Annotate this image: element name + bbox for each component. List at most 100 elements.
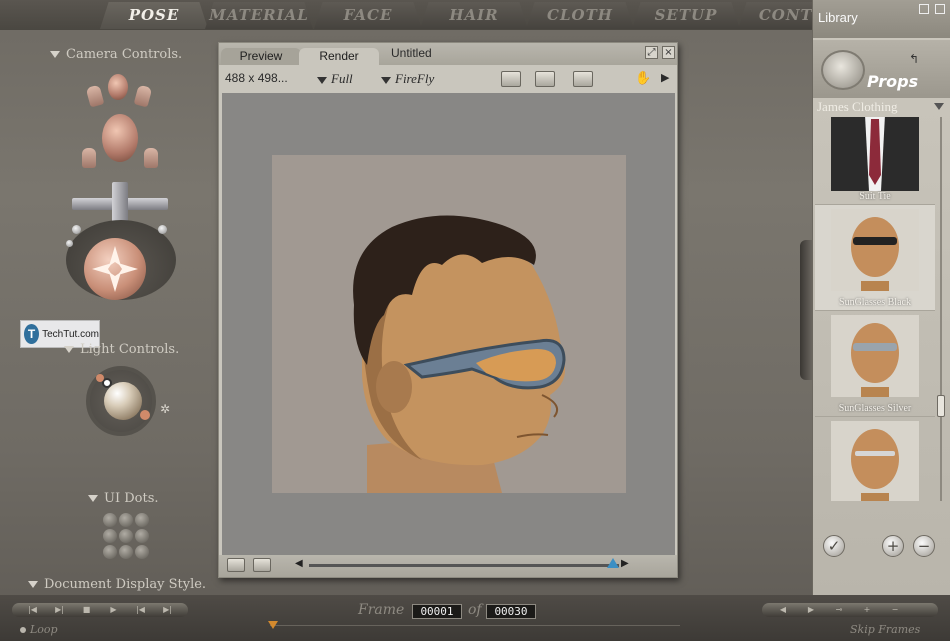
camera-dot-left[interactable]: [72, 225, 81, 234]
tab-setup[interactable]: SETUP: [632, 2, 740, 29]
render-compare-icon[interactable]: [227, 558, 245, 572]
camera-controls-header[interactable]: Camera Controls.: [50, 47, 182, 62]
tab-face[interactable]: FACE: [314, 2, 422, 29]
resolution-dropdown[interactable]: Full: [317, 71, 353, 87]
add-keyframe-icon[interactable]: +: [856, 605, 878, 615]
current-frame-field[interactable]: 00001: [412, 604, 462, 619]
tab-cloth[interactable]: CLOTH: [526, 2, 634, 29]
render-canvas[interactable]: [222, 93, 675, 556]
library-item-name: SunGlasses Silver: [838, 403, 912, 414]
total-frames-field[interactable]: 00030: [486, 604, 536, 619]
ui-dot[interactable]: [103, 545, 117, 559]
render-area-icon[interactable]: [535, 71, 555, 87]
light-color-dot-2[interactable]: [140, 410, 150, 420]
timeline-track[interactable]: [270, 625, 680, 626]
light-color-dot[interactable]: [96, 374, 104, 382]
sunglasses-silver-thumbnail: [831, 315, 919, 397]
light-controls-widget[interactable]: [86, 366, 156, 436]
face-camera-icon[interactable]: [108, 74, 128, 100]
right-hand-camera-icon[interactable]: [133, 84, 153, 108]
render-settings-icon[interactable]: [573, 71, 593, 87]
add-item-icon[interactable]: +: [882, 535, 904, 557]
tab-render[interactable]: Render: [299, 48, 379, 65]
camera-dot-right[interactable]: [158, 225, 167, 234]
remove-keyframe-icon[interactable]: −: [884, 605, 906, 615]
scrollbar-thumb[interactable]: [937, 395, 945, 417]
library-item[interactable]: SunGlasses Silver: [815, 311, 935, 417]
maximize-icon[interactable]: ⤢: [645, 46, 658, 59]
left-hand-zoom-icon[interactable]: [82, 148, 96, 168]
render-camera-icon[interactable]: [501, 71, 521, 87]
apply-check-icon[interactable]: ✓: [823, 535, 845, 557]
collapse-triangle-icon: [50, 51, 60, 58]
dropdown-arrow-icon: [934, 103, 944, 110]
library-subcategory-dropdown[interactable]: James Clothing: [813, 98, 950, 116]
ui-dot[interactable]: [103, 529, 117, 543]
library-drawer-handle[interactable]: [800, 240, 812, 380]
tab-preview[interactable]: Preview: [221, 48, 301, 65]
light-controls-header[interactable]: Light Controls.: [64, 342, 179, 357]
light-sphere[interactable]: [104, 382, 142, 420]
rotation-trackball[interactable]: [84, 238, 146, 300]
prev-keyframe-icon[interactable]: ◀: [772, 605, 794, 615]
library-dock-icon[interactable]: [919, 4, 929, 14]
parent-folder-icon[interactable]: ↰: [909, 52, 919, 66]
ui-dots-grid[interactable]: [103, 513, 149, 559]
rendered-image: [272, 155, 626, 493]
camera-controls-widget[interactable]: [60, 70, 180, 300]
skip-frames-label[interactable]: Skip Frames: [850, 623, 920, 636]
scroll-right-icon[interactable]: ▶: [621, 558, 629, 569]
document-display-style-header[interactable]: Document Display Style.: [28, 577, 206, 592]
remove-item-icon[interactable]: −: [913, 535, 935, 557]
tab-pose[interactable]: POSE: [100, 2, 208, 29]
close-icon[interactable]: ×: [662, 46, 675, 59]
camera-dot-small-left[interactable]: [66, 240, 73, 247]
rewind-icon[interactable]: |◀: [22, 605, 43, 615]
of-label: of: [468, 602, 482, 618]
props-ring-icon: [821, 50, 865, 90]
stop-icon[interactable]: ■: [76, 605, 97, 615]
render-compare-icon-2[interactable]: [253, 558, 271, 572]
tab-material[interactable]: MATERIAL: [205, 2, 313, 29]
loop-toggle[interactable]: Loop: [20, 623, 58, 636]
left-hand-camera-icon[interactable]: [85, 84, 105, 108]
ui-dot[interactable]: [135, 513, 149, 527]
ui-dot[interactable]: [119, 529, 133, 543]
right-hand-zoom-icon[interactable]: [144, 148, 158, 168]
scroll-left-icon[interactable]: ◀: [295, 558, 303, 569]
fast-forward-icon[interactable]: ▶|: [157, 605, 178, 615]
scrollbar-track: [940, 117, 942, 501]
step-back-icon[interactable]: ▶|: [49, 605, 70, 615]
playback-controls: |◀ ▶| ■ ▶ |◀ ▶|: [12, 603, 188, 617]
tab-hair[interactable]: HAIR: [420, 2, 528, 29]
play-icon[interactable]: ▶: [103, 605, 124, 615]
library-panel: Library Props ↰ James Clothing Suit Tie: [812, 0, 950, 595]
library-category[interactable]: Props ↰: [813, 40, 950, 98]
ui-dot[interactable]: [135, 529, 149, 543]
library-close-icon[interactable]: [935, 4, 945, 14]
render-slider-thumb[interactable]: [607, 558, 619, 568]
hand-pan-icon[interactable]: ✋: [635, 71, 651, 86]
renderer-dropdown[interactable]: FireFly: [381, 71, 434, 87]
render-slider-track[interactable]: [309, 564, 619, 567]
library-category-label: Props: [867, 72, 919, 91]
ui-dots-header[interactable]: UI Dots.: [88, 491, 159, 506]
ui-dot[interactable]: [103, 513, 117, 527]
ui-dot[interactable]: [135, 545, 149, 559]
ui-dot[interactable]: [119, 545, 133, 559]
library-item-selected[interactable]: SunGlasses Black: [815, 205, 935, 311]
key-icon[interactable]: ⊸: [828, 605, 850, 615]
library-item[interactable]: Suit Tie: [815, 117, 935, 205]
animation-controls: |◀ ▶| ■ ▶ |◀ ▶| Loop Frame 00001 of 0003…: [0, 595, 950, 641]
sunglasses-silver-image: [851, 323, 899, 397]
ui-dot[interactable]: [119, 513, 133, 527]
light-sun-icon[interactable]: ✲: [160, 402, 170, 416]
timeline-marker[interactable]: [268, 621, 278, 629]
step-forward-icon[interactable]: |◀: [130, 605, 151, 615]
library-scrollbar[interactable]: [935, 117, 947, 501]
loop-indicator-icon: [20, 627, 26, 633]
toolbar-more-icon[interactable]: ▶: [661, 71, 669, 84]
main-camera-head-icon[interactable]: [102, 114, 138, 162]
library-item[interactable]: [815, 417, 935, 501]
next-keyframe-icon[interactable]: ▶: [800, 605, 822, 615]
